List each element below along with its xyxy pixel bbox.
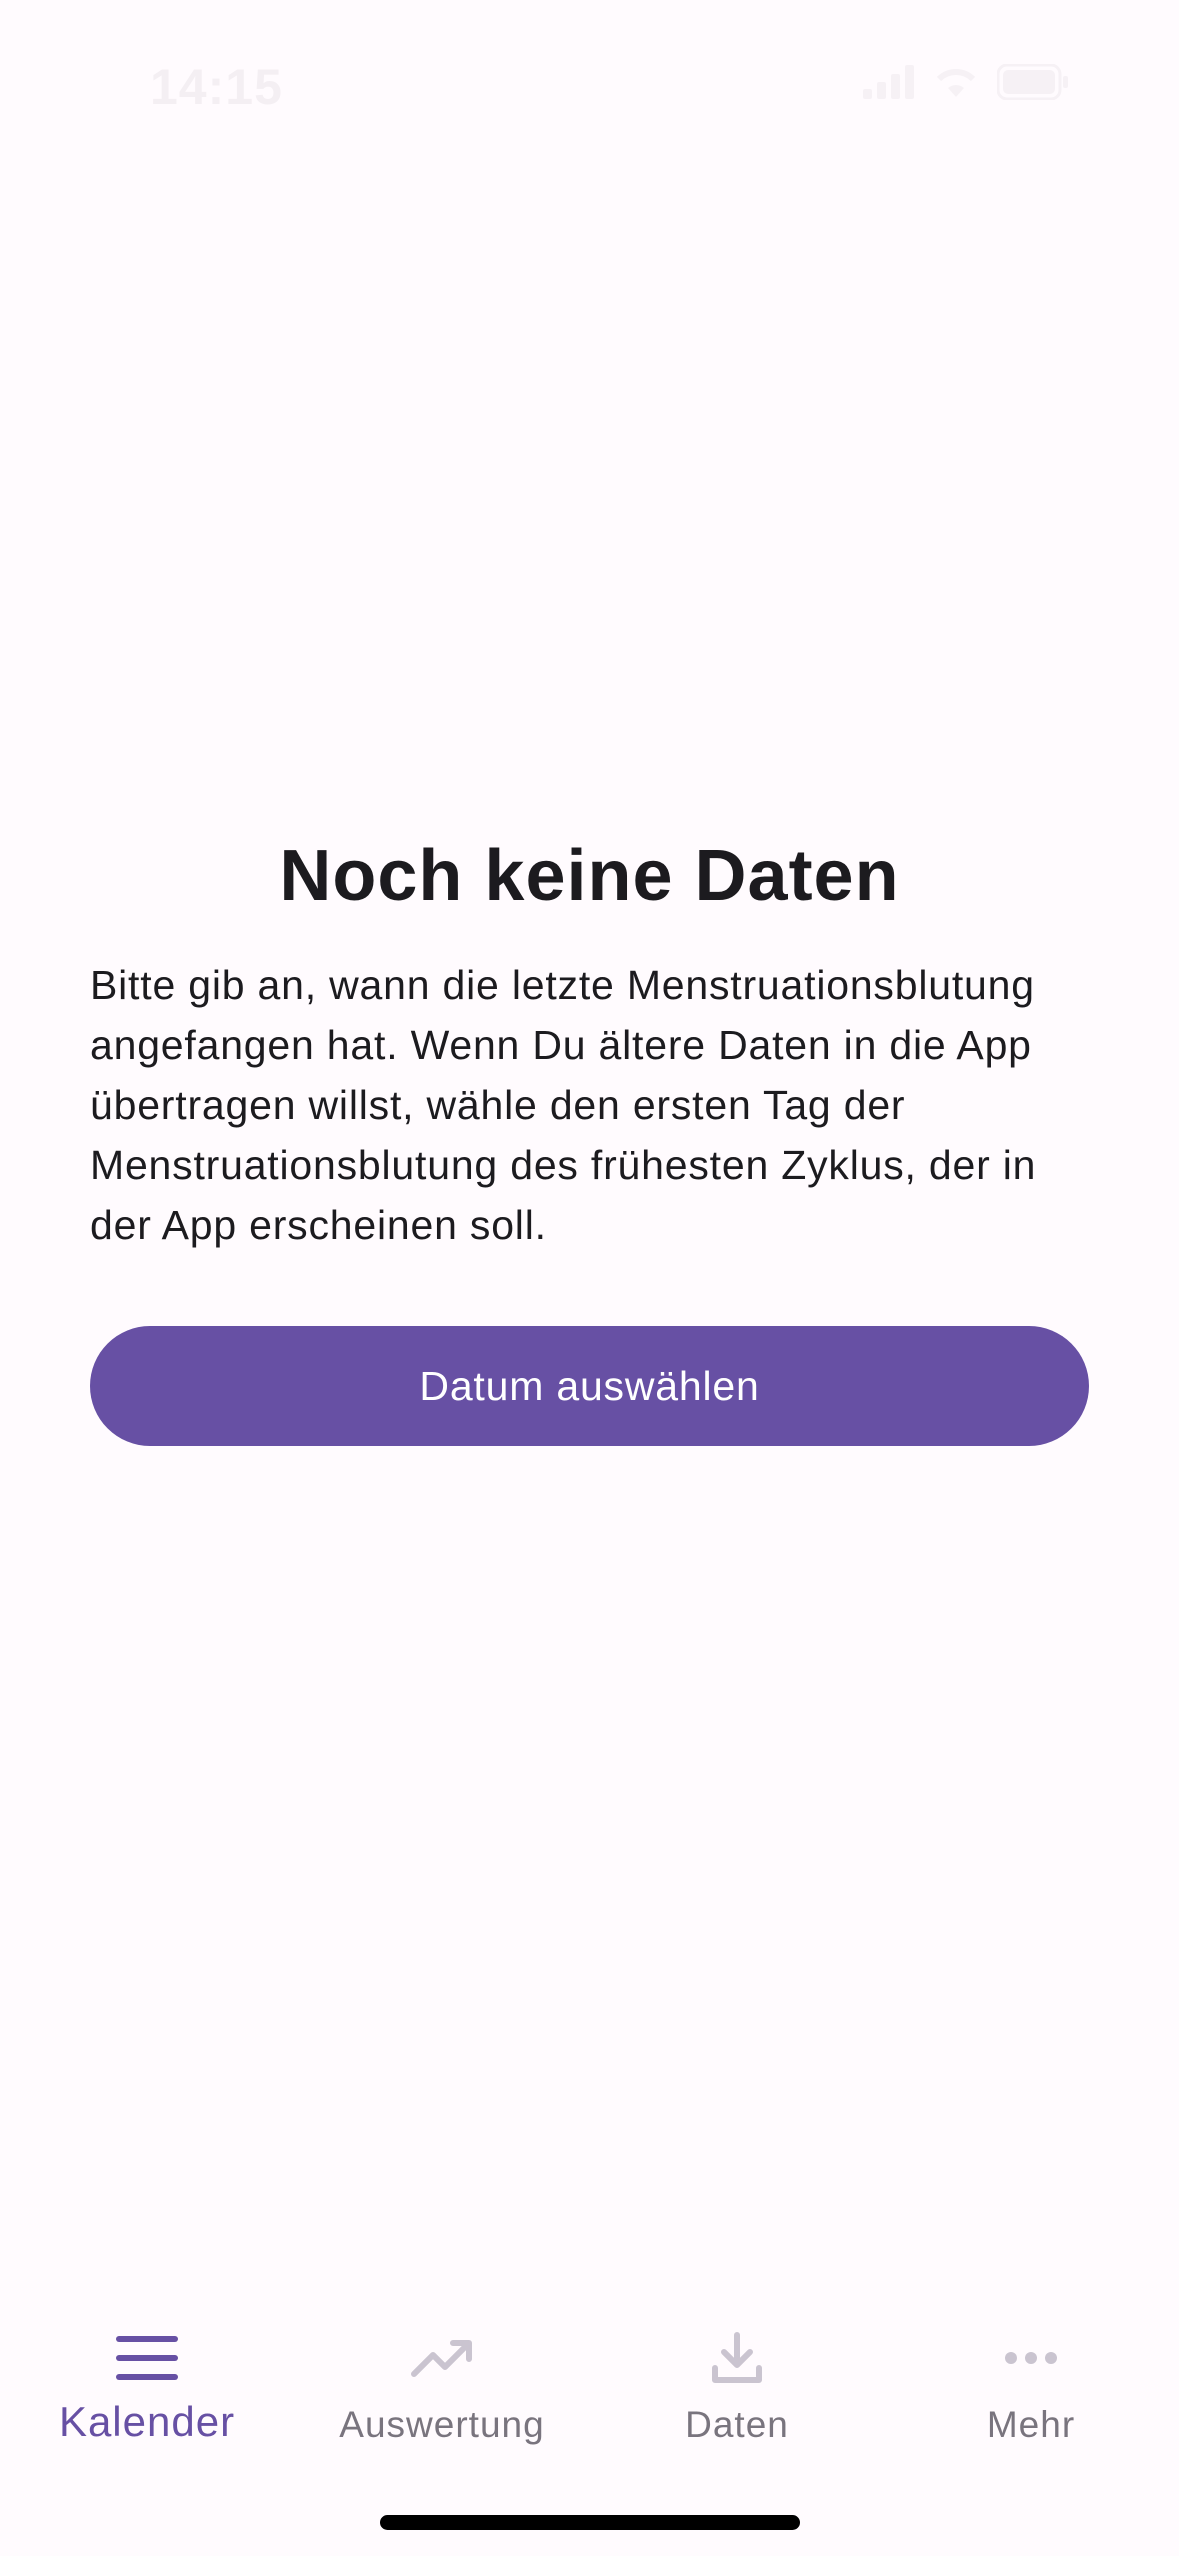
- nav-item-daten[interactable]: Daten: [590, 2280, 884, 2460]
- nav-label-auswertung: Auswertung: [339, 2404, 545, 2445]
- nav-item-kalender[interactable]: Kalender: [0, 2280, 294, 2460]
- more-horizontal-icon: [991, 2318, 1071, 2398]
- empty-state-description: Bitte gib an, wann die letzte Menstruati…: [90, 962, 1037, 1248]
- download-icon: [697, 2318, 777, 2398]
- menu-icon: [107, 2318, 187, 2398]
- trending-up-icon: [402, 2318, 482, 2398]
- nav-label-mehr: Mehr: [986, 2404, 1076, 2445]
- status-time: 14:15: [150, 59, 283, 115]
- signal-icon: [863, 65, 915, 99]
- nav-label-daten: Daten: [685, 2404, 789, 2445]
- status-bar: 14:15: [0, 0, 1179, 170]
- select-date-button[interactable]: Datum auswählen: [90, 1326, 1089, 1446]
- nav-item-mehr[interactable]: Mehr: [884, 2280, 1178, 2460]
- battery-icon: [997, 64, 1069, 100]
- nav-label-kalender: Kalender: [58, 2398, 236, 2445]
- nav-item-auswertung[interactable]: Auswertung: [295, 2280, 589, 2460]
- status-icons: [863, 64, 1069, 100]
- empty-state-title: Noch keine Daten: [279, 836, 900, 916]
- wifi-icon: [933, 65, 979, 99]
- home-indicator: [380, 2515, 800, 2530]
